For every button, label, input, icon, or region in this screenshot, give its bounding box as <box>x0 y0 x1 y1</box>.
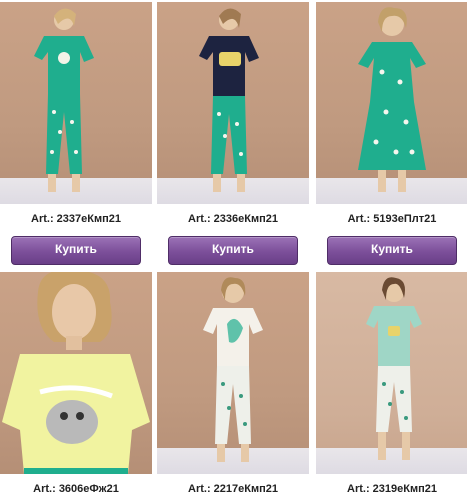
buy-button[interactable]: Купить <box>168 236 298 265</box>
product-art-number: Art.: 2319еКмп21 <box>347 483 437 495</box>
product-photo[interactable] <box>0 272 152 474</box>
product-card: Art.: 5193еПлт21 Купить <box>316 2 467 265</box>
buy-button[interactable]: Купить <box>11 236 141 265</box>
product-art-number: Art.: 5193еПлт21 <box>347 213 437 225</box>
product-photo[interactable] <box>316 2 467 204</box>
product-card: Art.: 2319еКмп21 <box>316 272 467 496</box>
product-card: Art.: 2336еКмп21 Купить <box>157 2 309 265</box>
product-art-number: Art.: 2337еКмп21 <box>31 213 121 225</box>
product-art-number: Art.: 2336еКмп21 <box>188 213 278 225</box>
buy-button[interactable]: Купить <box>327 236 457 265</box>
product-photo[interactable] <box>157 2 309 204</box>
product-card: Art.: 3606еФж21 <box>0 272 152 496</box>
product-grid: Art.: 2337еКмп21 Купить Art.: 2336еКмп21… <box>0 0 467 503</box>
product-card: Art.: 2337еКмп21 Купить <box>0 2 152 265</box>
product-photo[interactable] <box>157 272 309 474</box>
product-card: Art.: 2217еКмп21 <box>157 272 309 496</box>
product-photo[interactable] <box>316 272 467 474</box>
product-art-number: Art.: 2217еКмп21 <box>188 483 278 495</box>
product-photo[interactable] <box>0 2 152 204</box>
product-art-number: Art.: 3606еФж21 <box>33 483 119 495</box>
